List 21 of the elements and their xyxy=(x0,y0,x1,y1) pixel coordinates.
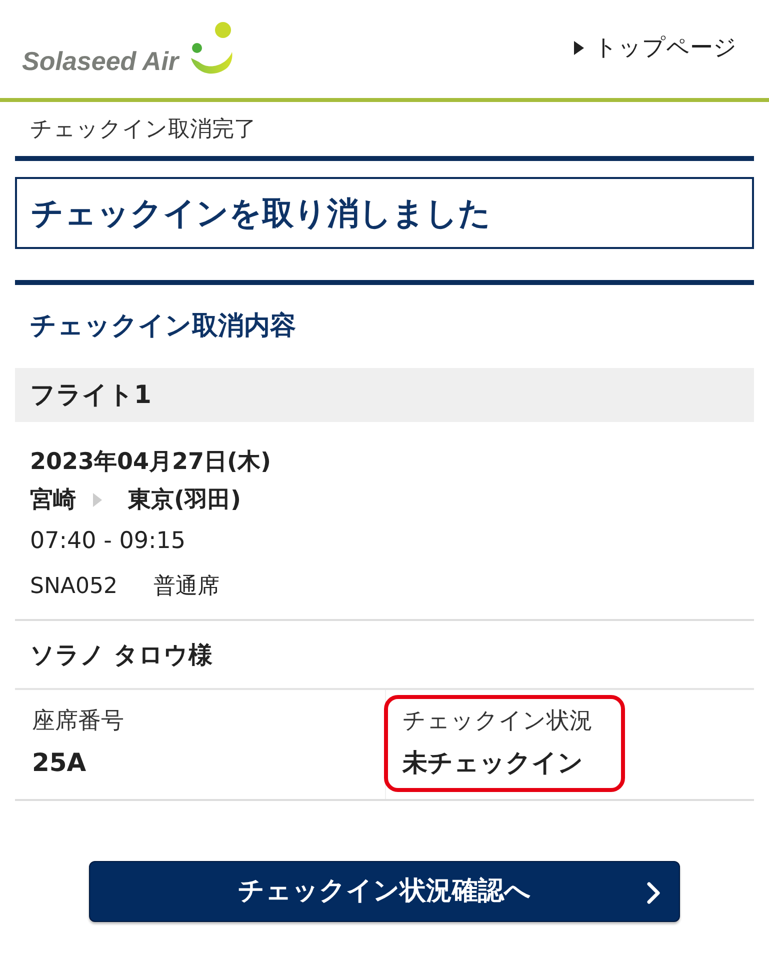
triangle-right-icon xyxy=(574,41,584,55)
section-heading: チェックイン取消内容 xyxy=(29,310,297,343)
logo-text: Solaseed Air xyxy=(22,48,179,74)
route-arrow-icon xyxy=(93,493,102,507)
flight-header-bar: フライト1 xyxy=(15,368,754,422)
breadcrumb-text: チェックイン取消完了 xyxy=(29,116,257,144)
seat-class: 普通席 xyxy=(153,572,220,600)
flight-date: 2023年04月27日(木) xyxy=(30,448,272,477)
destination-airport: 東京(羽田) xyxy=(128,486,242,515)
flight-number: SNA052 xyxy=(30,572,118,600)
top-page-link[interactable]: トップページ xyxy=(574,30,737,66)
field-label: チェックイン状況 xyxy=(402,706,592,736)
page-title-banner: チェックインを取り消しました xyxy=(15,177,754,249)
origin-airport: 宮崎 xyxy=(30,486,76,515)
field-value: 25A xyxy=(32,747,88,780)
field-value: 未チェックイン xyxy=(402,747,584,780)
check-in-status-button[interactable]: チェックイン状況確認へ xyxy=(89,861,680,922)
chevron-right-icon xyxy=(647,882,661,904)
field-label: 座席番号 xyxy=(32,706,124,736)
passenger-name: ソラノ タロウ様 xyxy=(15,621,754,690)
flight-time: 07:40 - 09:15 xyxy=(30,526,186,556)
